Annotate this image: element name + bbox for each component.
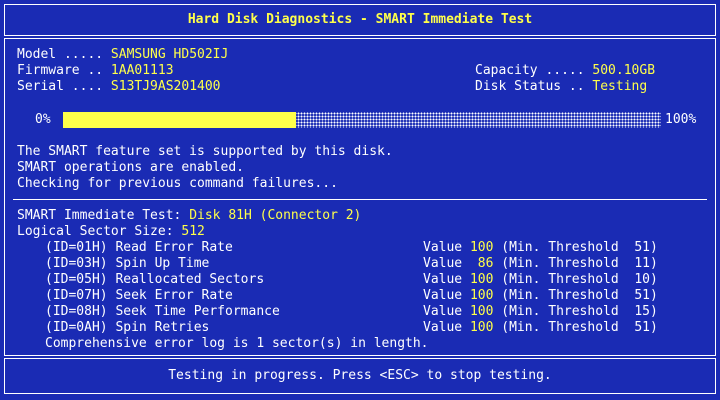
threshold-prefix: (Min. Threshold [501,240,627,255]
attribute-value: 100 [469,288,494,303]
capacity-value: 500.10GB [592,63,656,78]
title-bar: Hard Disk Diagnostics - SMART Immediate … [4,4,716,36]
value-prefix: Value [423,288,470,303]
smart-attribute-row: (ID=01H) Read Error Rate Value 100 (Min. … [45,240,697,256]
disk-status-row: Disk Status .. Testing [475,79,647,95]
attribute-threshold: 51 [626,288,650,303]
threshold-suffix: ) [650,272,658,287]
sector-size-value: 512 [181,224,205,239]
attribute-threshold: 51 [626,320,650,335]
smart-attribute-row: (ID=08H) Seek Time Performance Value 100 … [45,304,697,320]
progress-bar [63,112,661,128]
threshold-prefix: (Min. Threshold [501,320,627,335]
attribute-name: (ID=01H) Read Error Rate [45,240,233,255]
capacity-row: Capacity ..... 500.10GB [475,63,655,79]
attribute-name: (ID=05H) Reallocated Sectors [45,272,265,287]
capacity-label: Capacity ..... [475,63,593,78]
attribute-value-group: Value 100 (Min. Threshold 15) [423,304,658,320]
section-divider [13,199,707,200]
progress-bar-fill [63,112,297,128]
attribute-threshold: 51 [626,240,650,255]
smart-attribute-row: (ID=07H) Seek Error Rate Value 100 (Min. … [45,288,697,304]
attribute-value: 100 [469,240,494,255]
value-prefix: Value [423,256,470,271]
attribute-value: 100 [469,272,494,287]
attribute-value-group: Value 100 (Min. Threshold 51) [423,240,658,256]
model-value: SAMSUNG HD502IJ [110,47,229,62]
test-target-row: SMART Immediate Test: Disk 81H (Connecto… [17,208,361,224]
threshold-suffix: ) [650,304,658,319]
value-prefix: Value [423,272,470,287]
error-log-line: Comprehensive error log is 1 sector(s) i… [45,336,429,351]
status-message: Testing in progress. Press <ESC> to stop… [168,368,552,383]
test-label: SMART Immediate Test: [17,208,190,223]
sector-size-row: Logical Sector Size: 512 [17,224,205,240]
test-disk-value: Disk 81H (Connector 2) [189,208,362,223]
message-line: SMART operations are enabled. [17,160,244,175]
progress-start-label: 0% [35,112,51,127]
threshold-prefix: (Min. Threshold [501,304,627,319]
attribute-value-group: Value 100 (Min. Threshold 51) [423,320,658,336]
message-line: The SMART feature set is supported by th… [17,144,393,159]
attribute-threshold: 15 [626,304,650,319]
firmware-row: Firmware .. 1AA01113 [17,63,174,79]
threshold-suffix: ) [650,320,658,335]
attribute-value: 100 [469,320,494,335]
attribute-value-group: Value 100 (Min. Threshold 10) [423,272,658,288]
attribute-name: (ID=0AH) Spin Retries [45,320,210,335]
threshold-suffix: ) [650,240,658,255]
threshold-suffix: ) [650,256,658,271]
main-panel: Model ..... SAMSUNG HD502IJ Firmware .. … [4,38,716,356]
sector-size-label: Logical Sector Size: [17,224,182,239]
threshold-prefix: (Min. Threshold [501,288,627,303]
threshold-prefix: (Min. Threshold [501,272,627,287]
model-label: Model ..... [17,47,111,62]
firmware-value: 1AA01113 [110,63,174,78]
window-title: Hard Disk Diagnostics - SMART Immediate … [187,12,533,27]
threshold-prefix: (Min. Threshold [501,256,627,271]
value-prefix: Value [423,320,470,335]
attribute-name: (ID=07H) Seek Error Rate [45,288,233,303]
attribute-value: 100 [469,304,494,319]
attribute-value-group: Value 86 (Min. Threshold 11) [423,256,658,272]
attribute-name: (ID=03H) Spin Up Time [45,256,210,271]
progress-end-label: 100% [665,112,697,127]
disk-status-value: Testing [592,79,648,94]
firmware-label: Firmware .. [17,63,111,78]
model-row: Model ..... SAMSUNG HD502IJ [17,47,228,63]
attribute-value-group: Value 100 (Min. Threshold 51) [423,288,658,304]
disk-status-label: Disk Status .. [475,79,593,94]
value-prefix: Value [423,304,470,319]
serial-row: Serial .... S13TJ9AS201400 [17,79,221,95]
smart-attribute-row: (ID=03H) Spin Up Time Value 86 (Min. Thre… [45,256,697,272]
smart-attribute-row: (ID=05H) Reallocated Sectors Value 100 (M… [45,272,697,288]
smart-attribute-row: (ID=0AH) Spin Retries Value 100 (Min. Thr… [45,320,697,336]
attribute-value: 86 [469,256,494,271]
serial-label: Serial .... [17,79,111,94]
value-prefix: Value [423,240,470,255]
status-bar: Testing in progress. Press <ESC> to stop… [4,358,716,394]
attribute-threshold: 11 [626,256,650,271]
attribute-name: (ID=08H) Seek Time Performance [45,304,280,319]
attribute-threshold: 10 [626,272,650,287]
threshold-suffix: ) [650,288,658,303]
serial-value: S13TJ9AS201400 [110,79,221,94]
message-line: Checking for previous command failures..… [17,176,338,191]
